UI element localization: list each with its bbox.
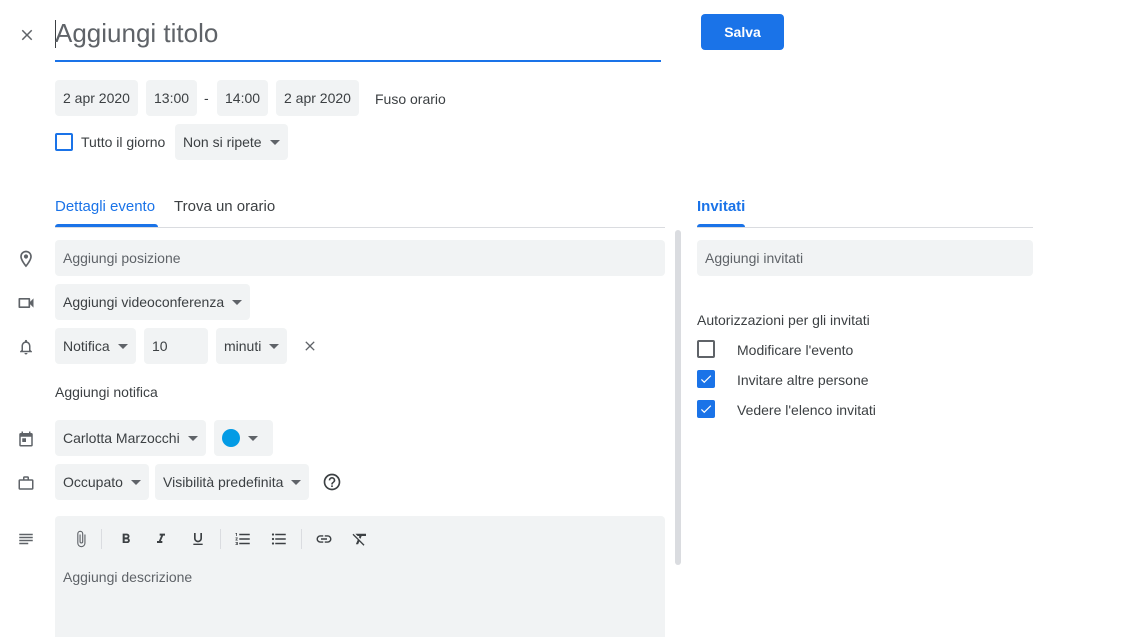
guest-permissions-title: Autorizzazioni per gli invitati <box>697 312 870 328</box>
all-day-label: Tutto il giorno <box>81 134 166 150</box>
notification-unit-text: minuti <box>224 338 262 354</box>
clear-formatting-icon <box>352 533 366 546</box>
tabs-divider <box>55 227 665 228</box>
bulleted-list-button[interactable] <box>268 528 290 550</box>
tab-dettagli-evento[interactable]: Dettagli evento <box>55 198 155 216</box>
timezone-link[interactable]: Fuso orario <box>375 91 446 107</box>
start-time-button[interactable]: 13:00 <box>146 80 198 116</box>
end-date-button[interactable]: 2 apr 2020 <box>276 80 359 116</box>
permission-invite-checkbox[interactable] <box>697 370 715 388</box>
chevron-down-icon <box>117 343 128 349</box>
help-button[interactable] <box>321 471 343 493</box>
videoconference-dropdown[interactable]: Aggiungi videoconferenza <box>55 284 251 320</box>
notification-value-text: 10 <box>152 338 168 354</box>
guests-divider <box>697 227 1033 228</box>
close-icon <box>305 341 315 351</box>
permission-see-list-label: Vedere l'elenco invitati <box>737 402 876 418</box>
check-icon <box>700 375 712 384</box>
location-placeholder: Aggiungi posizione <box>63 250 181 266</box>
paperclip-icon <box>77 530 86 548</box>
tab-invitati[interactable]: Invitati <box>697 198 745 216</box>
time-separator: - <box>204 90 209 106</box>
close-button[interactable] <box>14 22 40 48</box>
check-icon <box>700 405 712 414</box>
remove-notification-button[interactable] <box>300 336 320 356</box>
all-day-checkbox[interactable] <box>55 133 73 151</box>
add-notification-link[interactable]: Aggiungi notifica <box>55 384 158 400</box>
link-icon <box>316 535 332 543</box>
permission-see-list-checkbox[interactable] <box>697 400 715 418</box>
tab-label: Dettagli evento <box>55 198 156 215</box>
permission-modify-checkbox[interactable] <box>697 340 715 358</box>
tab-label: Trova un orario <box>174 198 276 215</box>
chevron-down-icon <box>130 479 141 485</box>
description-icon <box>14 527 38 551</box>
end-time-text: 14:00 <box>225 90 261 106</box>
start-time-text: 13:00 <box>154 90 190 106</box>
chevron-down-icon <box>269 343 280 349</box>
video-icon <box>14 291 38 315</box>
location-icon <box>14 247 38 271</box>
end-time-button[interactable]: 14:00 <box>217 80 269 116</box>
permission-modify-label: Modificare l'evento <box>737 342 854 358</box>
chevron-down-icon <box>187 435 198 441</box>
scrollbar-thumb[interactable] <box>675 230 681 565</box>
link-button[interactable] <box>313 528 335 550</box>
tab-label: Invitati <box>697 198 746 215</box>
description-placeholder: Aggiungi descrizione <box>63 569 193 585</box>
italic-button[interactable] <box>150 528 172 550</box>
title-placeholder: Aggiungi titolo <box>55 18 219 48</box>
title-input[interactable]: Aggiungi titolo <box>55 14 661 62</box>
toolbar-divider <box>220 529 221 549</box>
bulleted-list-icon <box>271 533 286 545</box>
bell-icon <box>14 335 38 359</box>
add-guests-placeholder: Aggiungi invitati <box>705 250 804 266</box>
bold-button[interactable] <box>115 528 137 550</box>
chevron-down-icon <box>248 435 258 441</box>
chevron-down-icon <box>269 139 280 145</box>
event-color-dropdown[interactable] <box>214 420 273 456</box>
toolbar-divider <box>101 529 102 549</box>
start-date-text: 2 apr 2020 <box>63 90 130 106</box>
start-date-button[interactable]: 2 apr 2020 <box>55 80 138 116</box>
notification-type-text: Notifica <box>63 338 110 354</box>
add-guests-input[interactable]: Aggiungi invitati <box>697 240 1033 276</box>
numbered-list-button[interactable] <box>232 528 254 550</box>
calendar-owner-dropdown[interactable]: Carlotta Marzocchi <box>55 420 206 456</box>
chevron-down-icon <box>232 299 243 305</box>
availability-text: Occupato <box>63 474 123 490</box>
chevron-down-icon <box>291 479 302 485</box>
save-button[interactable]: Salva <box>701 14 784 50</box>
location-input[interactable]: Aggiungi posizione <box>55 240 665 276</box>
underline-icon <box>193 533 203 545</box>
color-swatch <box>222 429 240 447</box>
videoconference-text: Aggiungi videoconferenza <box>63 294 225 310</box>
attach-button[interactable] <box>70 528 92 550</box>
clear-formatting-button[interactable] <box>349 528 371 550</box>
availability-dropdown[interactable]: Occupato <box>55 464 149 500</box>
underline-button[interactable] <box>187 528 209 550</box>
save-button-label: Salva <box>724 24 761 40</box>
close-icon <box>21 29 33 41</box>
italic-icon <box>157 533 165 543</box>
notification-value-input[interactable]: 10 <box>144 328 208 364</box>
repeat-text: Non si ripete <box>183 134 262 150</box>
permission-invite-label: Invitare altre persone <box>737 372 869 388</box>
repeat-dropdown[interactable]: Non si ripete <box>175 124 288 160</box>
notification-unit-dropdown[interactable]: minuti <box>216 328 288 364</box>
briefcase-icon <box>14 471 38 495</box>
calendar-owner-text: Carlotta Marzocchi <box>63 430 180 446</box>
tab-trova-orario[interactable]: Trova un orario <box>174 198 275 216</box>
numbered-list-icon <box>235 533 250 545</box>
notification-type-dropdown[interactable]: Notifica <box>55 328 136 364</box>
visibility-dropdown[interactable]: Visibilità predefinita <box>155 464 310 500</box>
toolbar-divider <box>301 529 302 549</box>
calendar-icon <box>14 427 38 451</box>
visibility-text: Visibilità predefinita <box>163 474 284 490</box>
bold-icon <box>122 533 130 543</box>
end-date-text: 2 apr 2020 <box>284 90 351 106</box>
help-icon <box>323 473 341 491</box>
